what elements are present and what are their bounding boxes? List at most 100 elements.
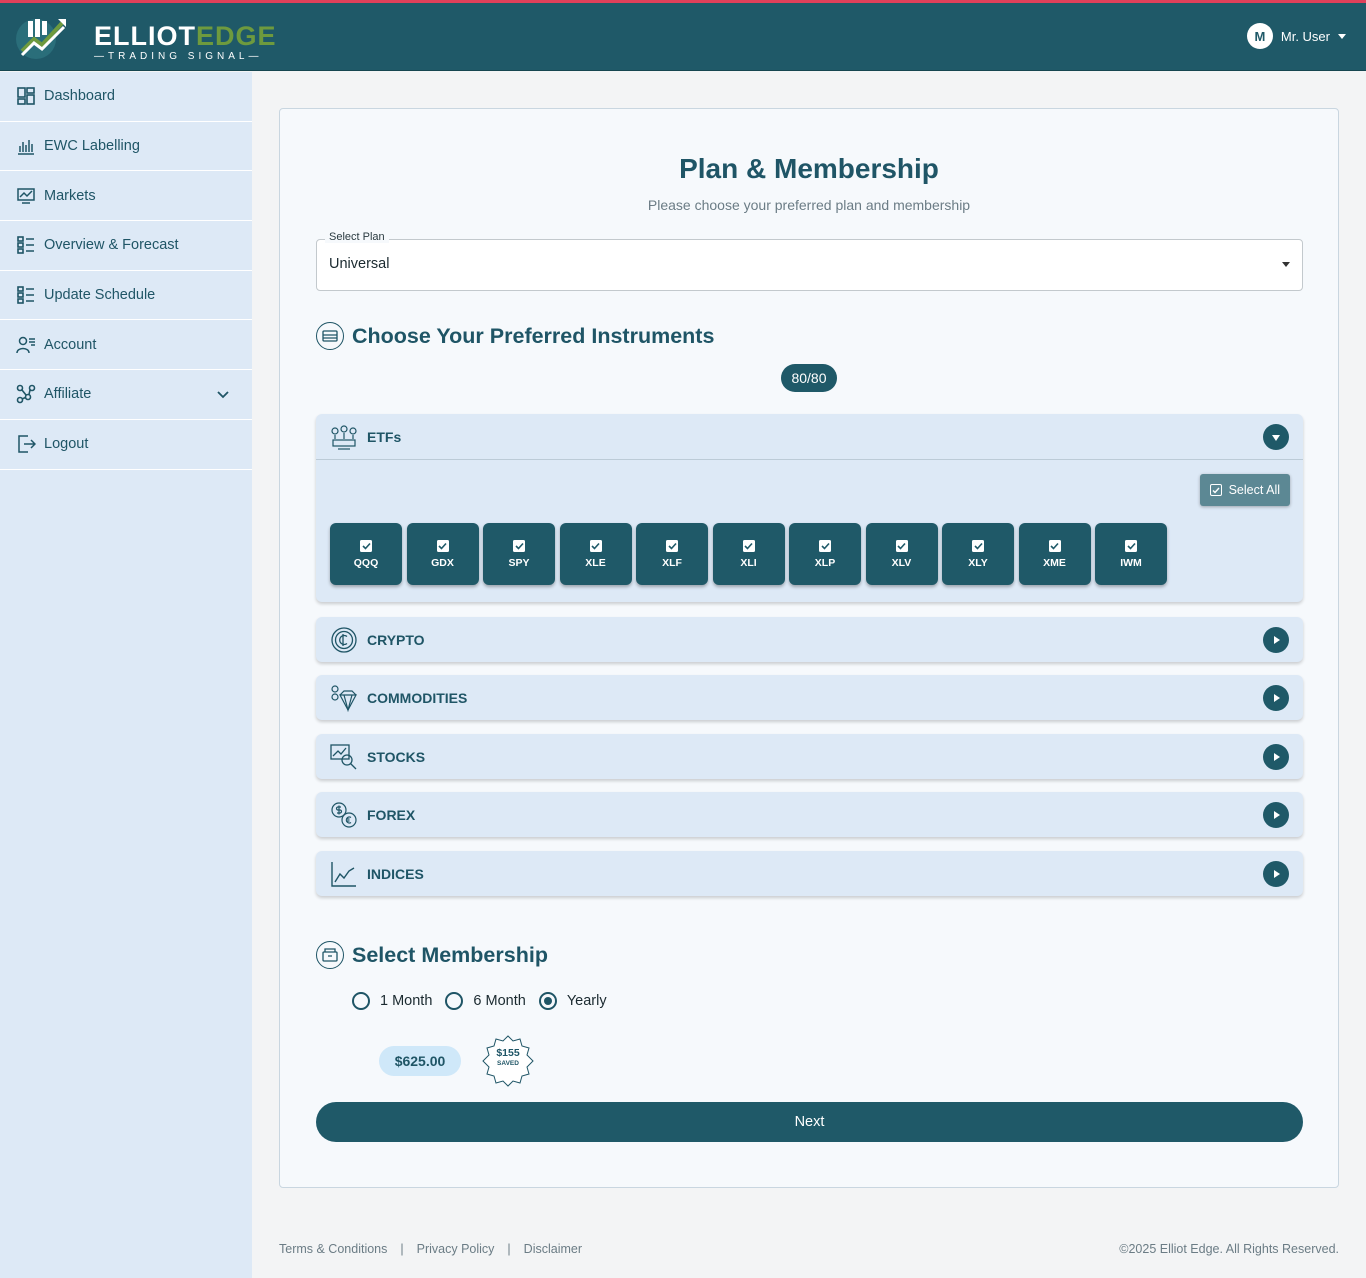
saved-badge-text: $155 SAVED — [480, 1047, 536, 1067]
accordion-indices-header[interactable]: INDICES — [316, 851, 1303, 896]
accordion-forex: FOREX — [316, 792, 1303, 837]
copyright: ©2025 Elliot Edge. All Rights Reserved. — [1119, 1242, 1339, 1256]
logo-mark-icon — [16, 19, 66, 59]
instruments-heading: Choose Your Preferred Instruments — [316, 322, 714, 350]
crypto-coin-icon — [331, 626, 357, 653]
sidebar-item-label: EWC Labelling — [44, 138, 140, 155]
instrument-tile-label: XLY — [968, 556, 988, 569]
sidebar-item-logout[interactable]: Logout — [0, 420, 252, 470]
expand-button[interactable] — [1263, 861, 1289, 887]
accordion-crypto-header[interactable]: CRYPTO — [316, 617, 1303, 662]
accordion-commodities-header[interactable]: COMMODITIES — [316, 675, 1303, 720]
select-all-label: Select All — [1228, 483, 1280, 497]
plan-select-label: Select Plan — [325, 231, 389, 243]
sidebar-item-affiliate[interactable]: Affiliate — [0, 370, 252, 420]
caret-right-icon — [1274, 694, 1280, 702]
caret-right-icon — [1274, 811, 1280, 819]
expand-button[interactable] — [1263, 744, 1289, 770]
chevron-down-icon[interactable] — [216, 387, 230, 401]
sidebar-item-overview-forecast[interactable]: Overview & Forecast — [0, 221, 252, 271]
sidebar-item-dashboard[interactable]: Dashboard — [0, 72, 252, 122]
brand-name: ELLIOTEDGE — [94, 21, 277, 51]
sidebar: Dashboard EWC Labelling Markets Overview… — [0, 72, 252, 1278]
privacy-link[interactable]: Privacy Policy — [417, 1242, 495, 1256]
sidebar-item-markets[interactable]: Markets — [0, 171, 252, 222]
caret-right-icon — [1274, 870, 1280, 878]
expand-button[interactable] — [1263, 802, 1289, 828]
radio-6-month[interactable]: 6 Month — [445, 992, 526, 1010]
app-header: ELLIOTEDGE —TRADING SIGNAL— M Mr. User — [0, 3, 1366, 71]
terms-link[interactable]: Terms & Conditions — [279, 1242, 387, 1256]
radio-checked-icon — [538, 992, 557, 1010]
accordion-etfs: ETFs Select All QQQ GDX SPY XLE XLF XLI … — [316, 414, 1303, 602]
instrument-tile-label: XLI — [740, 556, 757, 569]
sidebar-item-label: Logout — [44, 436, 89, 453]
collapse-button[interactable] — [1263, 424, 1289, 450]
instrument-tile-label: XME — [1043, 556, 1066, 569]
checkbox-icon — [1209, 484, 1222, 496]
radio-label: 1 Month — [380, 993, 433, 1009]
plan-select[interactable]: Select Plan Universal — [316, 231, 1303, 291]
instrument-tile-xlp[interactable]: XLP — [789, 523, 861, 585]
instrument-count-badge: 80/80 — [781, 364, 837, 392]
stocks-magnifier-icon — [330, 743, 357, 769]
next-button[interactable]: Next — [316, 1102, 1303, 1142]
instrument-tile-label: GDX — [431, 556, 454, 569]
instrument-tile-xme[interactable]: XME — [1018, 523, 1091, 585]
radio-unchecked-icon — [352, 992, 370, 1010]
instrument-tile-spy[interactable]: SPY — [483, 523, 555, 585]
sidebar-item-account[interactable]: Account — [0, 320, 252, 371]
page-subtitle: Please choose your preferred plan and me… — [647, 197, 971, 213]
accordion-crypto: CRYPTO — [316, 617, 1303, 662]
instrument-tile-gdx[interactable]: GDX — [406, 523, 479, 585]
user-menu[interactable]: M Mr. User — [1246, 22, 1346, 50]
radio-label: Yearly — [566, 993, 607, 1009]
saved-label: SAVED — [497, 1060, 519, 1067]
instrument-tile-xle[interactable]: XLE — [559, 523, 632, 585]
brand-tagline: —TRADING SIGNAL— — [94, 51, 263, 62]
instrument-tile-xlv[interactable]: XLV — [865, 523, 938, 585]
market-monitor-icon — [17, 187, 35, 204]
membership-heading: Select Membership — [316, 941, 548, 969]
accordion-forex-header[interactable]: FOREX — [316, 792, 1303, 837]
user-name: Mr. User — [1280, 28, 1330, 44]
radio-unchecked-icon — [445, 992, 464, 1010]
accordion-etfs-label: ETFs — [367, 428, 402, 445]
brand-logo[interactable]: ELLIOTEDGE —TRADING SIGNAL— — [14, 13, 276, 63]
sidebar-item-update-schedule[interactable]: Update Schedule — [0, 271, 252, 321]
instrument-tile-label: XLE — [585, 556, 606, 569]
instrument-tile-iwm[interactable]: IWM — [1095, 523, 1167, 585]
dashboard-icon — [17, 87, 35, 106]
avatar: M — [1246, 23, 1273, 49]
radio-1-month[interactable]: 1 Month — [352, 992, 432, 1010]
network-icon — [16, 385, 36, 404]
user-list-icon — [16, 336, 35, 353]
instrument-tile-xlf[interactable]: XLF — [636, 523, 708, 585]
checkbox-checked-icon — [972, 539, 984, 552]
instrument-tile-label: XLF — [662, 556, 682, 569]
instrument-tile-xly[interactable]: XLY — [942, 523, 1014, 585]
select-all-button[interactable]: Select All — [1199, 474, 1290, 506]
instrument-tile-qqq[interactable]: QQQ — [330, 523, 402, 585]
forex-exchange-icon — [331, 801, 357, 828]
accordion-etfs-header[interactable]: ETFs — [316, 414, 1303, 459]
radio-yearly[interactable]: Yearly — [538, 992, 607, 1010]
accordion-indices: INDICES — [316, 851, 1303, 896]
saved-amount: $155 — [496, 1047, 520, 1059]
caret-right-icon — [1274, 636, 1280, 644]
accordion-stocks-header[interactable]: STOCKS — [316, 734, 1303, 779]
instruments-heading-text: Choose Your Preferred Instruments — [352, 323, 715, 348]
checkbox-checked-icon — [742, 539, 755, 552]
checkbox-checked-icon — [666, 539, 678, 552]
caret-down-icon — [1338, 33, 1346, 39]
radio-label: 6 Month — [473, 993, 526, 1009]
expand-button[interactable] — [1263, 685, 1289, 711]
disclaimer-link[interactable]: Disclaimer — [524, 1242, 582, 1256]
instrument-tile-xli[interactable]: XLI — [712, 523, 785, 585]
instrument-tile-label: QQQ — [353, 556, 379, 569]
sidebar-item-ewc-labelling[interactable]: EWC Labelling — [0, 122, 252, 172]
sidebar-item-label: Account — [44, 336, 97, 353]
checkbox-checked-icon — [1048, 539, 1061, 552]
expand-button[interactable] — [1263, 627, 1289, 653]
accordion-stocks: STOCKS — [316, 734, 1303, 779]
